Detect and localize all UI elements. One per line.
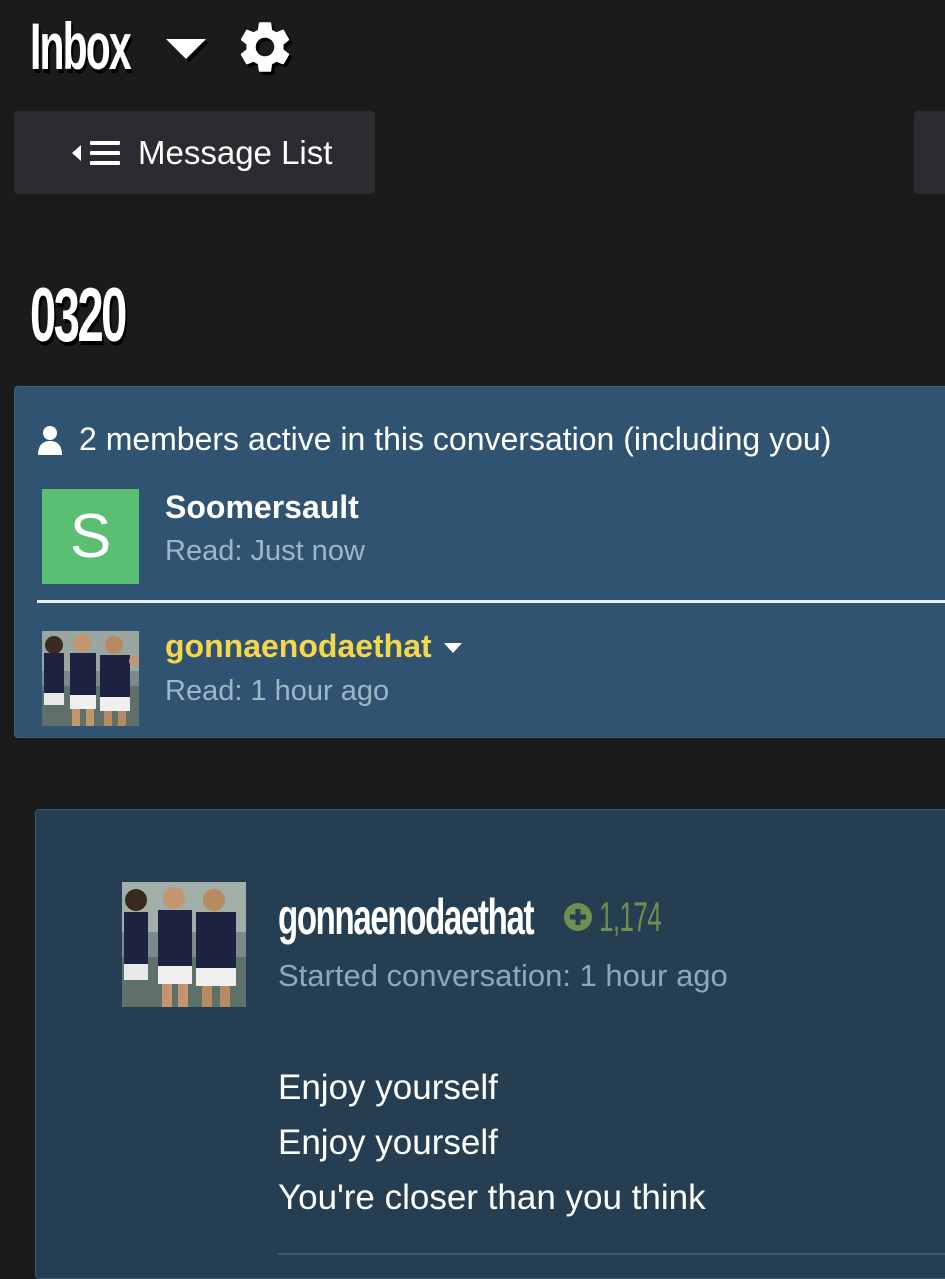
message-author-row: gonnaenodaethat 1,174 <box>278 888 699 946</box>
message-line: Enjoy yourself <box>278 1068 498 1107</box>
toolbar-button-partial[interactable] <box>914 111 945 194</box>
plus-circle-icon <box>564 903 592 931</box>
conversation-title: 0320 <box>30 273 127 358</box>
page-header: Inbox <box>30 6 296 86</box>
member-read-status: Read: 1 hour ago <box>165 675 390 707</box>
message-list-label: Message List <box>138 133 333 171</box>
member-name-with-menu[interactable]: gonnaenodaethat <box>165 628 462 665</box>
members-header: 2 members active in this conversation (i… <box>37 421 831 458</box>
message-divider <box>278 1253 945 1255</box>
member-name[interactable]: Soomersault <box>165 489 359 526</box>
chevron-down-icon[interactable] <box>166 39 206 59</box>
message-list-button[interactable]: Message List <box>14 111 375 194</box>
avatar[interactable]: S <box>42 489 139 584</box>
inbox-title[interactable]: Inbox <box>30 13 132 79</box>
reputation-count: 1,174 <box>599 893 662 940</box>
member-divider <box>37 600 945 603</box>
message-started-time: Started conversation: 1 hour ago <box>278 958 728 993</box>
member-name[interactable]: gonnaenodaethat <box>165 628 432 665</box>
members-panel: 2 members active in this conversation (i… <box>14 386 945 738</box>
message-panel: gonnaenodaethat 1,174 Started conversati… <box>35 809 945 1279</box>
message-line: You're closer than you think <box>278 1178 706 1217</box>
gear-icon[interactable] <box>234 16 296 78</box>
avatar[interactable] <box>42 631 139 726</box>
message-body: Enjoy yourself Enjoy yourself You're clo… <box>278 1060 706 1225</box>
user-icon <box>38 425 62 455</box>
member-read-status: Read: Just now <box>165 535 365 567</box>
chevron-down-icon[interactable] <box>443 642 462 653</box>
back-list-icon <box>72 140 120 165</box>
members-active-text: 2 members active in this conversation (i… <box>79 421 832 457</box>
message-line: Enjoy yourself <box>278 1123 498 1162</box>
author-avatar[interactable] <box>122 882 246 1007</box>
message-author[interactable]: gonnaenodaethat <box>278 888 535 946</box>
